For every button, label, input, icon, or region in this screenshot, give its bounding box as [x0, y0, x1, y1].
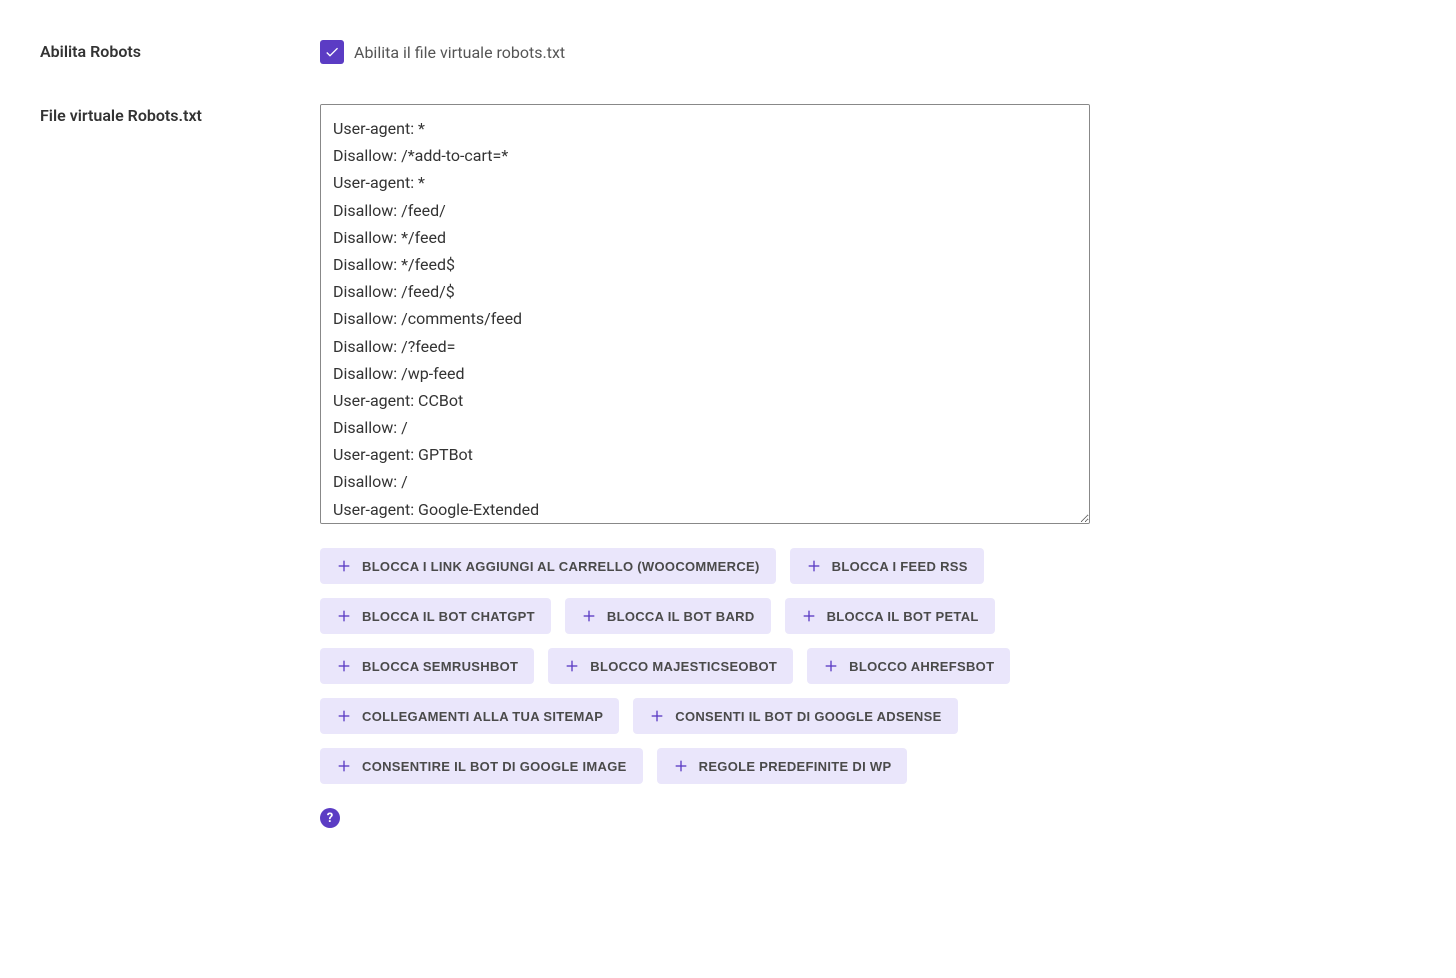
enable-robots-checkbox-label: Abilita il file virtuale robots.txt: [354, 43, 565, 62]
button-label: BLOCCA SEMRUSHBOT: [362, 659, 518, 674]
plus-icon: [649, 708, 665, 724]
block-ahrefsbot-button[interactable]: BLOCCO AHREFSBOT: [807, 648, 1010, 684]
plus-icon: [336, 608, 352, 624]
plus-icon: [336, 708, 352, 724]
block-rss-feed-button[interactable]: BLOCCA I FEED RSS: [790, 548, 984, 584]
block-petal-bot-button[interactable]: BLOCCA IL BOT PETAL: [785, 598, 995, 634]
plus-icon: [564, 658, 580, 674]
plus-icon: [581, 608, 597, 624]
button-group: BLOCCA I LINK AGGIUNGI AL CARRELLO (WOOC…: [320, 548, 1090, 784]
button-label: BLOCCA I FEED RSS: [832, 559, 968, 574]
plus-icon: [801, 608, 817, 624]
check-icon: [324, 44, 340, 60]
button-label: BLOCCO MAJESTICSEOBOT: [590, 659, 777, 674]
help-wrapper: ?: [320, 808, 1090, 828]
robots-file-content: BLOCCA I LINK AGGIUNGI AL CARRELLO (WOOC…: [320, 104, 1090, 828]
block-semrushbot-button[interactable]: BLOCCA SEMRUSHBOT: [320, 648, 534, 684]
allow-google-adsense-bot-button[interactable]: CONSENTI IL BOT DI GOOGLE ADSENSE: [633, 698, 957, 734]
block-woocommerce-cart-button[interactable]: BLOCCA I LINK AGGIUNGI AL CARRELLO (WOOC…: [320, 548, 776, 584]
button-label: CONSENTI IL BOT DI GOOGLE ADSENSE: [675, 709, 941, 724]
block-majesticseobot-button[interactable]: BLOCCO MAJESTICSEOBOT: [548, 648, 793, 684]
button-label: BLOCCA IL BOT BARD: [607, 609, 755, 624]
button-label: BLOCCA IL BOT CHATGPT: [362, 609, 535, 624]
block-bard-bot-button[interactable]: BLOCCA IL BOT BARD: [565, 598, 771, 634]
plus-icon: [336, 758, 352, 774]
enable-robots-checkbox[interactable]: [320, 40, 344, 64]
robots-file-row: File virtuale Robots.txt BLOCCA I LINK A…: [40, 104, 1416, 828]
wp-default-rules-button[interactable]: REGOLE PREDEFINITE DI WP: [657, 748, 908, 784]
button-label: CONSENTIRE IL BOT DI GOOGLE IMAGE: [362, 759, 627, 774]
plus-icon: [336, 658, 352, 674]
block-chatgpt-bot-button[interactable]: BLOCCA IL BOT CHATGPT: [320, 598, 551, 634]
help-icon[interactable]: ?: [320, 808, 340, 828]
robots-file-textarea[interactable]: [320, 104, 1090, 524]
button-label: BLOCCA I LINK AGGIUNGI AL CARRELLO (WOOC…: [362, 559, 760, 574]
plus-icon: [336, 558, 352, 574]
button-label: BLOCCA IL BOT PETAL: [827, 609, 979, 624]
enable-robots-label: Abilita Robots: [40, 40, 320, 61]
robots-file-label: File virtuale Robots.txt: [40, 104, 320, 125]
enable-robots-content: Abilita il file virtuale robots.txt: [320, 40, 1090, 64]
enable-robots-row: Abilita Robots Abilita il file virtuale …: [40, 40, 1416, 64]
plus-icon: [673, 758, 689, 774]
plus-icon: [806, 558, 822, 574]
button-label: REGOLE PREDEFINITE DI WP: [699, 759, 892, 774]
checkbox-wrapper: Abilita il file virtuale robots.txt: [320, 40, 1090, 64]
button-label: COLLEGAMENTI ALLA TUA SITEMAP: [362, 709, 603, 724]
button-label: BLOCCO AHREFSBOT: [849, 659, 994, 674]
sitemap-links-button[interactable]: COLLEGAMENTI ALLA TUA SITEMAP: [320, 698, 619, 734]
allow-google-image-bot-button[interactable]: CONSENTIRE IL BOT DI GOOGLE IMAGE: [320, 748, 643, 784]
plus-icon: [823, 658, 839, 674]
